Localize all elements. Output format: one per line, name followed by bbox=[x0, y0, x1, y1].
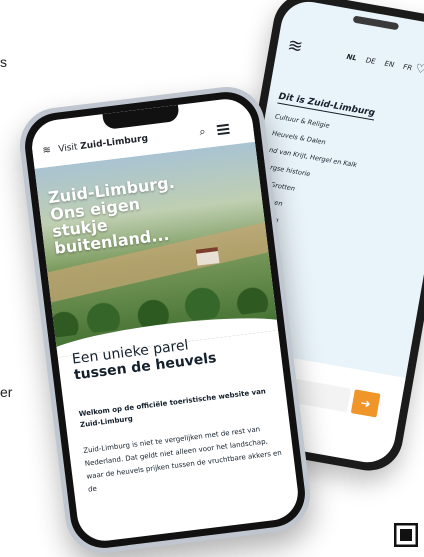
menu-header: ≋ NL DE EN FR ♡ ✕ bbox=[285, 35, 424, 91]
hero-image: Zuid-Limburg. Ons eigen stukje buitenlan… bbox=[34, 141, 279, 358]
lang-en[interactable]: EN bbox=[384, 60, 395, 70]
edge-text-1: s bbox=[0, 54, 7, 70]
menu-item[interactable]: mburg bbox=[257, 213, 424, 251]
intro-text: Zuid-Limburg is niet te vergelijken met … bbox=[82, 425, 283, 494]
menu-list: Dit is Zuid-Limburg Cultuur & Religie He… bbox=[255, 84, 424, 260]
speaker-grille bbox=[352, 15, 400, 31]
hamburger-menu-icon[interactable] bbox=[216, 123, 230, 137]
edge-text-2: er bbox=[0, 384, 13, 400]
brand-prefix: Visit bbox=[57, 142, 79, 155]
logo-icon[interactable]: ≋ bbox=[286, 35, 311, 60]
hero-title: Zuid-Limburg. Ons eigen stukje buitenlan… bbox=[47, 173, 182, 258]
search-icon[interactable]: ⌕ bbox=[199, 125, 207, 140]
house-shape bbox=[195, 247, 220, 266]
arrow-right-icon[interactable]: ➜ bbox=[350, 389, 381, 418]
brand[interactable]: Visit Zuid-Limburg bbox=[58, 134, 149, 155]
lang-nl[interactable]: NL bbox=[346, 53, 358, 63]
qr-code-icon bbox=[394, 523, 418, 547]
brand-name: Zuid-Limburg bbox=[79, 133, 149, 152]
language-switcher: NL DE EN FR bbox=[346, 53, 420, 74]
lang-fr[interactable]: FR bbox=[403, 63, 413, 72]
logo-icon[interactable]: ≋ bbox=[42, 145, 52, 157]
lang-de[interactable]: DE bbox=[365, 56, 376, 66]
page-content: Een unieke parel tussen de heuvels Welko… bbox=[71, 328, 285, 497]
heart-icon[interactable]: ♡ bbox=[414, 61, 424, 77]
